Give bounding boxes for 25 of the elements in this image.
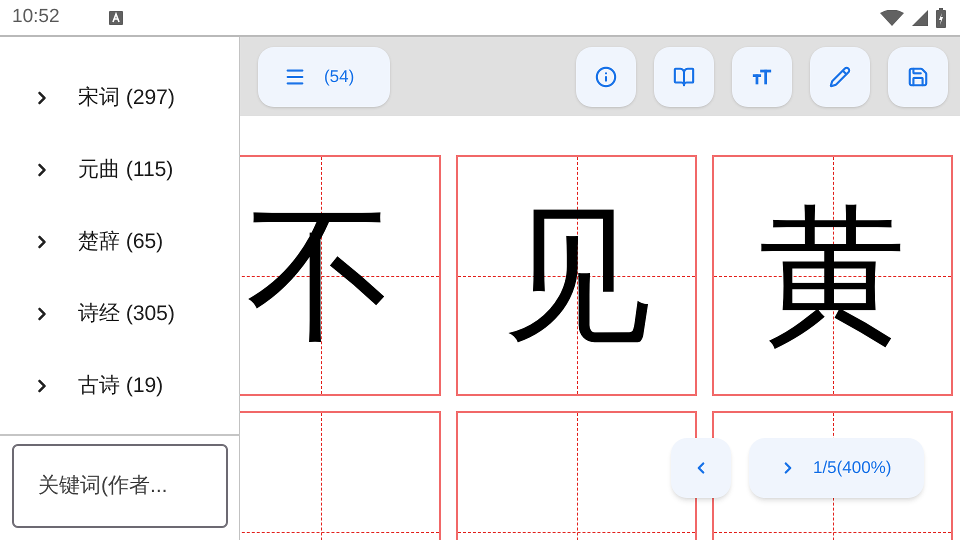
book-button[interactable] xyxy=(654,46,714,106)
battery-charging-icon xyxy=(936,8,946,28)
category-item[interactable]: 诗经 (305) xyxy=(0,278,239,350)
search-field[interactable]: 关键词(作者... xyxy=(12,444,228,528)
save-button[interactable] xyxy=(888,46,948,106)
pencil-icon xyxy=(829,66,851,88)
menu-button[interactable]: (54) xyxy=(258,46,390,106)
save-icon xyxy=(907,66,929,88)
status-time: 10:52 xyxy=(12,5,60,30)
book-icon xyxy=(673,66,695,88)
character: 见 xyxy=(502,202,650,350)
wifi-icon xyxy=(880,10,904,26)
category-item[interactable]: 宋词 (297) xyxy=(0,62,239,134)
character: 黄 xyxy=(758,202,906,350)
info-icon xyxy=(595,66,617,88)
info-button[interactable] xyxy=(576,46,636,106)
character: 不 xyxy=(246,202,394,350)
category-item[interactable]: 元曲 (115) xyxy=(0,134,239,206)
category-item[interactable]: 古诗 (19) xyxy=(0,350,239,422)
edit-button[interactable] xyxy=(810,46,870,106)
keyboard-notification-icon xyxy=(108,10,123,24)
signal-icon xyxy=(912,10,928,26)
next-page-button[interactable]: 1/5(400%) xyxy=(749,438,924,498)
category-item[interactable]: 楚辞 (65) xyxy=(0,206,239,278)
text-size-button[interactable] xyxy=(732,46,792,106)
